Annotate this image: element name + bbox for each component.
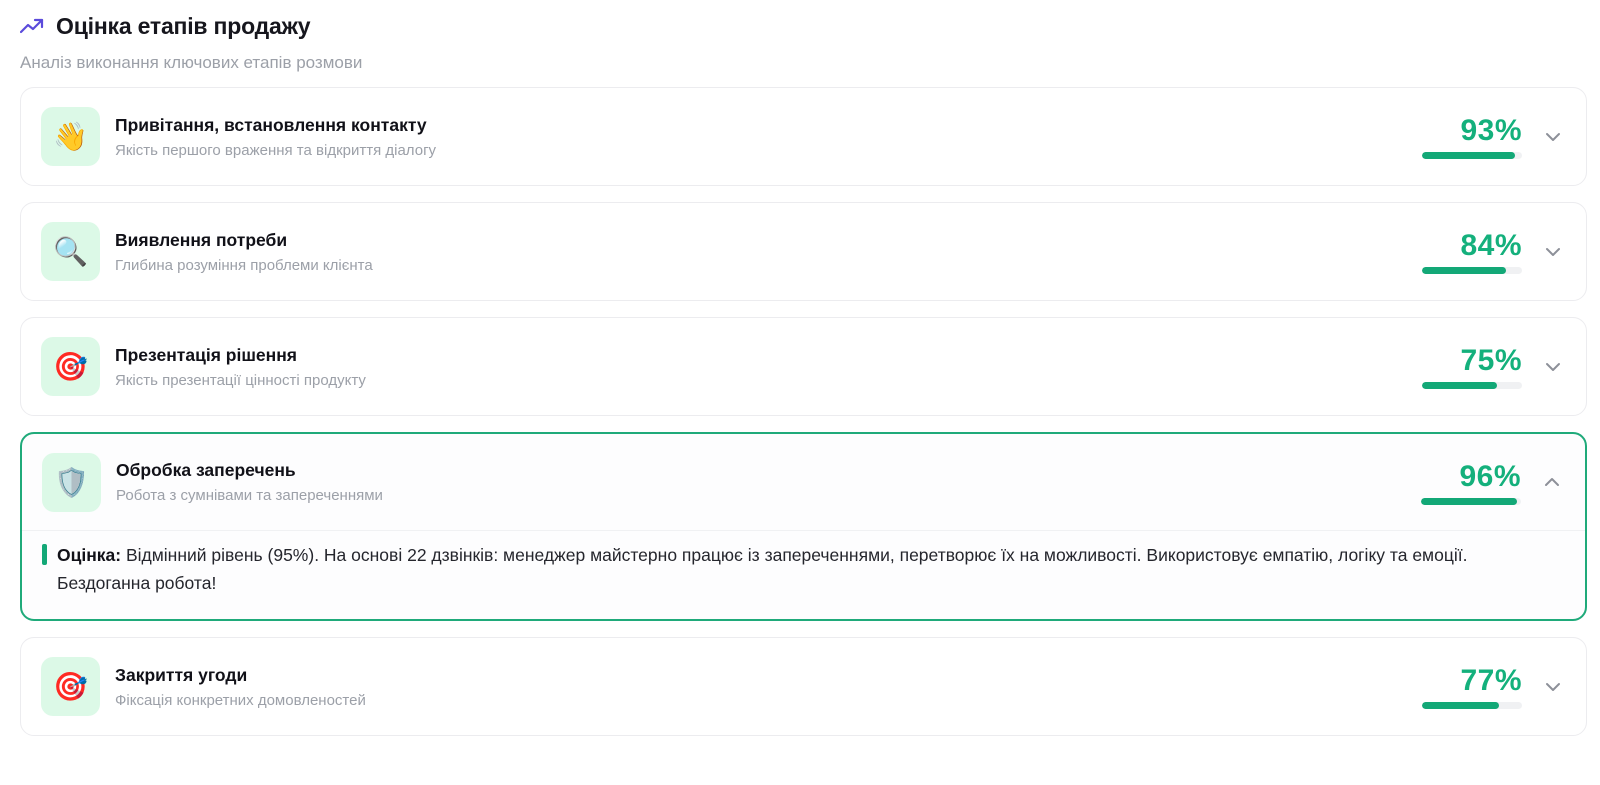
comment-label: Оцінка:: [57, 545, 122, 565]
section-header: Оцінка етапів продажу: [20, 12, 1588, 40]
stage-text: Презентація рішення Якість презентації ц…: [115, 345, 1422, 389]
stage-score: 93%: [1460, 114, 1522, 147]
stage-text: Закриття угоди Фіксація конкретних домов…: [115, 665, 1422, 709]
stage-text: Виявлення потреби Глибина розуміння проб…: [115, 230, 1422, 274]
score-progress-bar: [1422, 382, 1522, 389]
page-subtitle: Аналіз виконання ключових етапів розмови: [20, 53, 363, 72]
score-block: 96%: [1421, 460, 1521, 505]
trending-up-icon: [20, 16, 46, 36]
stage-description: Якість презентації цінності продукту: [115, 371, 366, 389]
chevron-down-icon[interactable]: [1542, 241, 1564, 263]
score-block: 84%: [1422, 229, 1522, 274]
page-title: Оцінка етапів продажу: [56, 12, 311, 39]
score-block: 77%: [1422, 664, 1522, 709]
stage-score: 77%: [1460, 664, 1522, 697]
score-progress-fill: [1422, 152, 1515, 159]
comment-text: Відмінний рівень (95%). На основі 22 дзв…: [57, 545, 1468, 593]
stage-card-closing: 🎯 Закриття угоди Фіксація конкретних дом…: [20, 637, 1587, 736]
stage-description: Робота з сумнівами та запереченнями: [116, 487, 383, 504]
waving-hand-icon: 👋: [41, 107, 100, 166]
stage-text: Обробка заперечень Робота з сумнівами та…: [116, 460, 1421, 504]
accent-bar: [42, 544, 47, 565]
stages-list: 👋 Привітання, встановлення контакту Якіс…: [20, 87, 1587, 736]
score-progress-bar: [1421, 497, 1521, 505]
magnifying-glass-icon: 🔍: [41, 222, 100, 281]
score-progress-bar: [1422, 152, 1522, 159]
stage-header-toggle[interactable]: 🎯 Презентація рішення Якість презентації…: [21, 318, 1586, 415]
stage-header-toggle[interactable]: 🎯 Закриття угоди Фіксація конкретних дом…: [21, 638, 1586, 735]
score-progress-bar: [1422, 267, 1522, 274]
stage-description: Фіксація конкретних домовленостей: [115, 691, 366, 709]
stage-card-presentation: 🎯 Презентація рішення Якість презентації…: [20, 317, 1587, 416]
chevron-up-icon[interactable]: [1541, 471, 1563, 493]
score-progress-fill: [1422, 382, 1497, 389]
chevron-down-icon[interactable]: [1542, 676, 1564, 698]
stage-card-objections: 🛡️ Обробка заперечень Робота з сумнівами…: [20, 432, 1587, 621]
score-block: 93%: [1422, 114, 1522, 159]
stage-header-toggle[interactable]: 👋 Привітання, встановлення контакту Якіс…: [21, 88, 1586, 185]
chevron-down-icon[interactable]: [1542, 356, 1564, 378]
stage-text: Привітання, встановлення контакту Якість…: [115, 115, 1422, 159]
score-progress-fill: [1422, 267, 1506, 274]
chevron-down-icon[interactable]: [1542, 126, 1564, 148]
stage-details: Оцінка: Відмінний рівень (95%). На основ…: [22, 531, 1585, 619]
stage-comment: Оцінка: Відмінний рівень (95%). На основ…: [57, 541, 1565, 597]
stage-name: Обробка заперечень: [116, 460, 296, 480]
score-block: 75%: [1422, 344, 1522, 389]
stage-card-needs: 🔍 Виявлення потреби Глибина розуміння пр…: [20, 202, 1587, 301]
stage-name: Закриття угоди: [115, 664, 248, 685]
target-icon: 🎯: [41, 657, 100, 716]
stage-name: Привітання, встановлення контакту: [115, 114, 427, 135]
shield-icon: 🛡️: [42, 452, 101, 512]
score-progress-fill: [1422, 702, 1499, 709]
score-progress-bar: [1422, 702, 1522, 709]
stage-name: Виявлення потреби: [115, 229, 288, 250]
stage-description: Глибина розуміння проблеми клієнта: [115, 256, 373, 274]
score-progress-fill: [1421, 497, 1517, 505]
stage-header-toggle[interactable]: 🛡️ Обробка заперечень Робота з сумнівами…: [22, 434, 1585, 531]
stage-score: 75%: [1460, 344, 1522, 377]
stage-score: 96%: [1459, 459, 1521, 493]
stage-description: Якість першого враження та відкриття діа…: [115, 141, 437, 159]
stage-header-toggle[interactable]: 🔍 Виявлення потреби Глибина розуміння пр…: [21, 203, 1586, 300]
target-icon: 🎯: [41, 337, 100, 396]
stage-score: 84%: [1460, 229, 1522, 262]
stage-name: Презентація рішення: [115, 344, 297, 365]
stage-card-greeting: 👋 Привітання, встановлення контакту Якіс…: [20, 87, 1587, 186]
sales-stages-page: Оцінка етапів продажу Аналіз виконання к…: [0, 0, 1600, 785]
